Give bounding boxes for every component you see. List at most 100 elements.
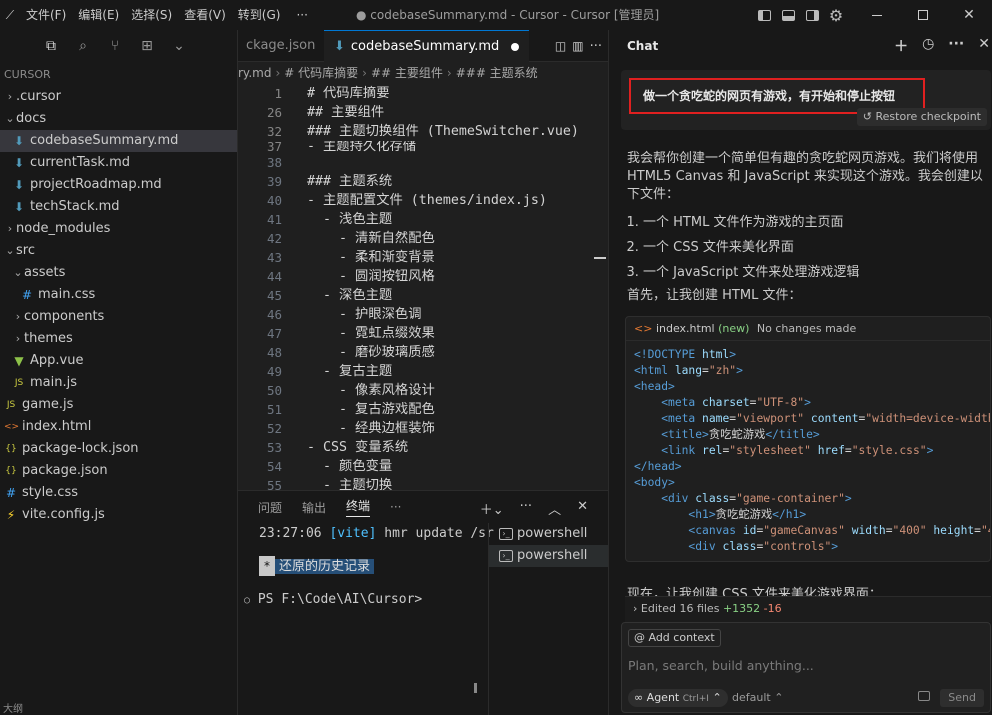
folder-item[interactable]: › themes: [0, 328, 237, 350]
menu-selection[interactable]: 选择(S): [125, 0, 178, 30]
add-context-button[interactable]: @ Add context: [628, 629, 721, 647]
menu-more-button[interactable]: ···: [286, 0, 317, 30]
code-line[interactable]: 53 - CSS 变量系统: [238, 438, 608, 457]
code-file-name[interactable]: index.html: [656, 322, 715, 335]
menu-file[interactable]: 文件(F): [20, 0, 72, 30]
folder-item[interactable]: ⌄ src: [0, 240, 237, 262]
explorer-files-icon[interactable]: ⧉: [40, 35, 62, 57]
tab-package-json[interactable]: ckage.json: [238, 30, 324, 62]
code-line[interactable]: 40 - 主题配置文件 (themes/index.js): [238, 191, 608, 210]
file-item[interactable]: ⬇ codebaseSummary.md: [0, 130, 237, 152]
agent-mode-button[interactable]: ∞ Agent Ctrl+I ⌃: [628, 689, 728, 707]
file-item[interactable]: <> index.html: [0, 416, 237, 438]
send-button[interactable]: Send: [940, 689, 984, 707]
code-line[interactable]: 38: [238, 153, 608, 172]
file-item[interactable]: ▼ App.vue: [0, 350, 237, 372]
chevron-down-icon[interactable]: ⌄: [168, 35, 190, 57]
file-item[interactable]: ⚡ vite.config.js: [0, 504, 237, 526]
sticky-code-line[interactable]: 1 # 代码库摘要: [238, 84, 608, 103]
breadcrumb-h1[interactable]: # 代码库摘要: [284, 66, 358, 80]
code-editor[interactable]: 1 # 代码库摘要 26 ## 主要组件 32 ### 主题切换组件 (ThemeSwit…: [238, 84, 608, 490]
new-chat-plus-icon[interactable]: ＋: [894, 36, 908, 56]
source-control-icon[interactable]: ⑂: [104, 35, 126, 57]
tab-problems[interactable]: 问题: [258, 499, 282, 516]
code-line[interactable]: 52 - 经典边框装饰: [238, 419, 608, 438]
sticky-code-line[interactable]: 32 ### 主题切换组件 (ThemeSwitcher.vue): [238, 122, 608, 141]
breadcrumb-h2[interactable]: ## 主要组件: [371, 66, 443, 80]
maximize-panel-chevron-up-icon[interactable]: ︿: [548, 499, 561, 518]
restore-checkpoint-button[interactable]: ↺ Restore checkpoint: [856, 108, 987, 126]
folder-item[interactable]: › .cursor: [0, 86, 237, 108]
code-edit-block[interactable]: <> index.html (new) No changes made <!DO…: [625, 316, 991, 562]
tab-codebase-summary[interactable]: ⬇ codebaseSummary.md: [324, 30, 530, 62]
attach-image-icon[interactable]: [918, 691, 930, 701]
new-terminal-plus-icon[interactable]: ＋⌄: [480, 499, 504, 518]
outline-section-label[interactable]: 大纲: [3, 700, 23, 715]
more-actions-icon[interactable]: ···: [590, 39, 602, 54]
edited-files-bar[interactable]: › Edited 16 files +1352 -16: [625, 596, 991, 622]
terminal-session[interactable]: ›_ powershell: [489, 523, 608, 545]
minimize-button[interactable]: [854, 0, 900, 30]
open-changes-icon[interactable]: ◫: [555, 39, 566, 53]
code-line[interactable]: 47 - 霓虹点缀效果: [238, 324, 608, 343]
close-window-button[interactable]: ✕: [946, 0, 992, 30]
search-icon[interactable]: ⌕: [72, 35, 94, 57]
terminal-output[interactable]: 23:27:06 [vite] hmr update /sr * 还原的历史记录 …: [238, 523, 494, 715]
chat-input[interactable]: [628, 655, 978, 675]
code-line[interactable]: 46 - 护眼深色调: [238, 305, 608, 324]
terminal-session[interactable]: ›_ powershell: [489, 545, 608, 567]
code-line[interactable]: 55 - 主题切换: [238, 476, 608, 490]
close-chat-icon[interactable]: ✕: [978, 36, 990, 56]
code-line[interactable]: 48 - 磨砂玻璃质感: [238, 343, 608, 362]
file-item[interactable]: {} package.json: [0, 460, 237, 482]
toggle-primary-sidebar-icon[interactable]: [752, 0, 776, 30]
file-item[interactable]: JS game.js: [0, 394, 237, 416]
folder-item[interactable]: ⌄ docs: [0, 108, 237, 130]
toggle-panel-icon[interactable]: [776, 0, 800, 30]
file-item[interactable]: {} package-lock.json: [0, 438, 237, 460]
file-item[interactable]: ⬇ currentTask.md: [0, 152, 237, 174]
file-item[interactable]: ⬇ techStack.md: [0, 196, 237, 218]
menu-edit[interactable]: 编辑(E): [72, 0, 125, 30]
reply-intro: 我会帮你创建一个简单但有趣的贪吃蛇网页游戏。我们将使用 HTML5 Canvas…: [627, 151, 983, 202]
code-line[interactable]: 42 - 清新自然配色: [238, 229, 608, 248]
folder-item[interactable]: › node_modules: [0, 218, 237, 240]
sticky-code-line[interactable]: 37 - 主题持久化存储: [238, 141, 608, 153]
split-editor-icon[interactable]: ▥: [572, 39, 583, 53]
code-line[interactable]: 45 - 深色主题: [238, 286, 608, 305]
menu-view[interactable]: 查看(V): [178, 0, 232, 30]
file-item[interactable]: # style.css: [0, 482, 237, 504]
code-status: No changes made: [756, 322, 857, 335]
code-line[interactable]: 51 - 复古游戏配色: [238, 400, 608, 419]
breadcrumb-h3[interactable]: ### 主题系统: [456, 66, 538, 80]
model-selector[interactable]: default ⌃: [732, 689, 783, 707]
tab-terminal[interactable]: 终端: [346, 497, 371, 517]
file-item[interactable]: # main.css: [0, 284, 237, 306]
code-line[interactable]: 54 - 颜色变量: [238, 457, 608, 476]
sticky-code-line[interactable]: 26 ## 主要组件: [238, 103, 608, 122]
file-item[interactable]: JS main.js: [0, 372, 237, 394]
menu-go[interactable]: 转到(G): [232, 0, 287, 30]
code-line[interactable]: 50 - 像素风格设计: [238, 381, 608, 400]
history-clock-icon[interactable]: ◷: [922, 36, 934, 56]
panel-more-button[interactable]: ···: [390, 500, 401, 514]
code-line[interactable]: 49 - 复古主题: [238, 362, 608, 381]
code-line[interactable]: 44 - 圆润按钮风格: [238, 267, 608, 286]
more-actions-icon[interactable]: ···: [520, 499, 532, 518]
file-item[interactable]: ⬇ projectRoadmap.md: [0, 174, 237, 196]
breadcrumb-file[interactable]: ry.md: [238, 66, 271, 80]
folder-item[interactable]: ⌄ assets: [0, 262, 237, 284]
unsaved-dot-icon[interactable]: [511, 42, 520, 51]
extensions-icon[interactable]: ⊞: [136, 35, 158, 57]
code-line[interactable]: 39 ### 主题系统: [238, 172, 608, 191]
code-line[interactable]: 43 - 柔和渐变背景: [238, 248, 608, 267]
code-line[interactable]: 41 - 浅色主题: [238, 210, 608, 229]
tab-output[interactable]: 输出: [302, 499, 326, 516]
toggle-secondary-sidebar-icon[interactable]: [800, 0, 824, 30]
explorer-section-title[interactable]: CURSOR: [0, 64, 237, 86]
maximize-button[interactable]: [900, 0, 946, 30]
close-panel-icon[interactable]: ✕: [577, 499, 588, 518]
folder-item[interactable]: › components: [0, 306, 237, 328]
more-options-icon[interactable]: ···: [948, 36, 964, 56]
settings-gear-icon[interactable]: ⚙: [824, 0, 848, 30]
